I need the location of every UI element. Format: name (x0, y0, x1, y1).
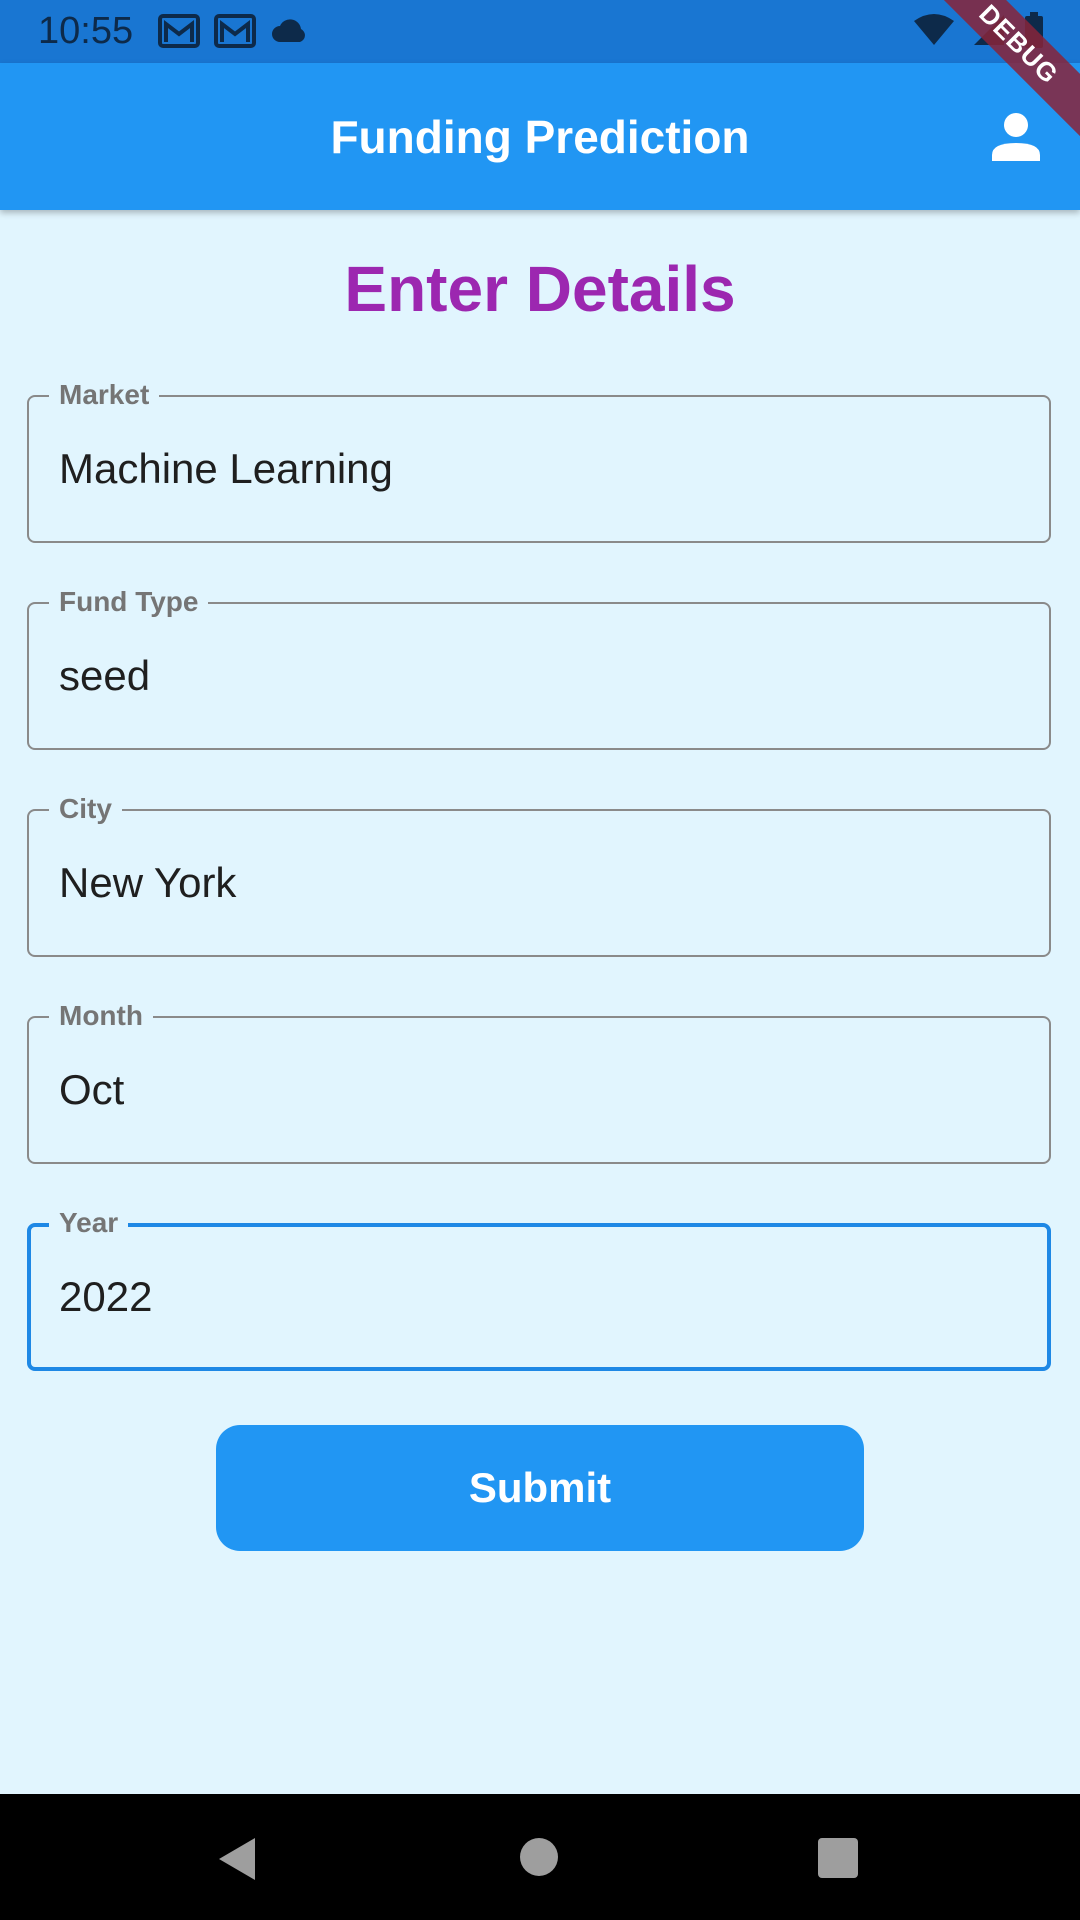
wifi-icon (914, 14, 954, 45)
gmail-icon (214, 14, 256, 48)
market-value: Machine Learning (59, 445, 393, 492)
fund-type-label: Fund Type (49, 584, 209, 620)
city-field[interactable]: City New York (27, 791, 1051, 957)
navigation-bar (0, 1794, 1080, 1920)
city-label: City (49, 791, 122, 827)
market-field[interactable]: Market Machine Learning (27, 377, 1051, 543)
month-label: Month (49, 998, 153, 1034)
fund-type-field[interactable]: Fund Type seed (27, 584, 1051, 750)
market-label: Market (49, 377, 160, 413)
year-field[interactable]: Year 2022 (27, 1205, 1051, 1371)
home-icon[interactable] (520, 1838, 558, 1876)
year-label: Year (49, 1205, 129, 1241)
month-value: Oct (59, 1066, 125, 1113)
page-heading: Enter Details (344, 253, 736, 325)
back-icon[interactable] (217, 1836, 257, 1882)
month-field[interactable]: Month Oct (27, 998, 1051, 1164)
app-title: Funding Prediction (330, 111, 750, 163)
status-time: 10:55 (38, 10, 134, 52)
app-bar: Funding Prediction (0, 63, 1080, 210)
cloud-icon (272, 19, 305, 42)
status-bar: 10:55 (0, 0, 1080, 63)
city-value: New York (59, 859, 237, 906)
notification-icons (158, 12, 310, 50)
person-icon[interactable] (988, 109, 1044, 165)
fund-type-value: seed (59, 652, 151, 699)
recents-icon[interactable] (818, 1838, 858, 1878)
year-value: 2022 (59, 1273, 153, 1320)
submit-button[interactable]: Submit (216, 1425, 864, 1551)
gmail-icon (158, 14, 200, 48)
